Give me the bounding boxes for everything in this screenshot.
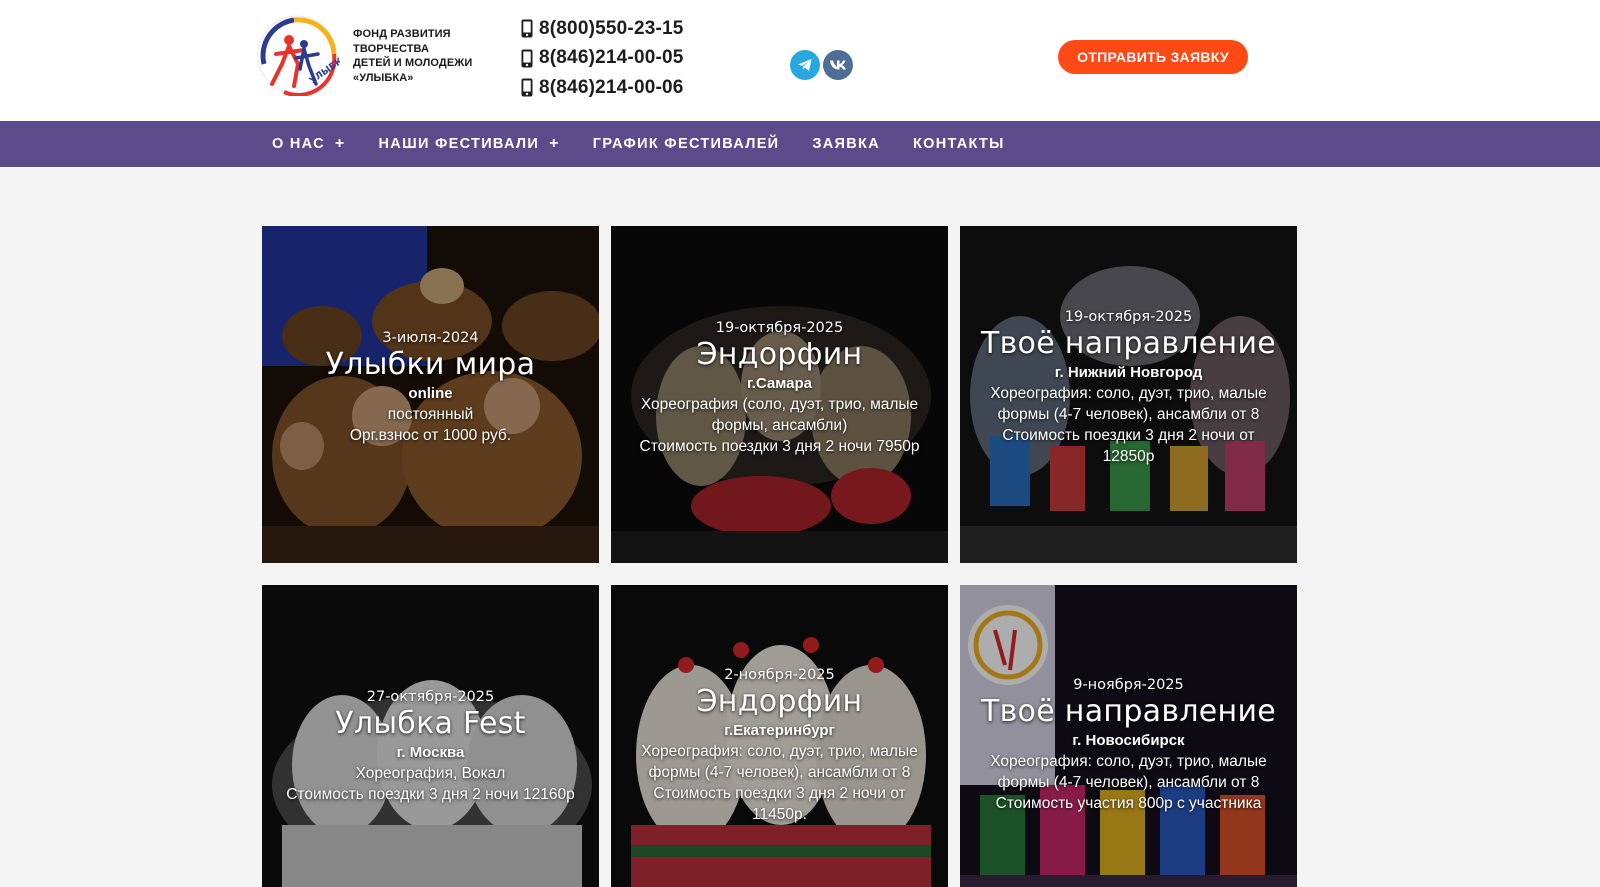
- nav-item-contacts[interactable]: КОНТАКТЫ: [913, 136, 1005, 152]
- card-title: Твоё направление: [980, 326, 1277, 361]
- plus-icon[interactable]: +: [549, 135, 560, 153]
- nav-item-label: ЗАЯВКА: [812, 136, 880, 152]
- card-desc-line: Орг.взнос от 1000 руб.: [349, 427, 512, 444]
- phone-item[interactable]: 8(800)550-23-15: [521, 14, 684, 44]
- logo-line: ДЕТЕЙ И МОЛОДЕЖИ: [353, 57, 473, 69]
- phone-icon: [521, 49, 533, 68]
- card-desc-line: Стоимость поездки 3 дня 2 ночи 12160р: [286, 786, 575, 803]
- festival-card[interactable]: 19-октября-2025 Твоё направление г. Нижн…: [960, 226, 1297, 563]
- card-date: 3-июля-2024: [382, 330, 479, 346]
- card-desc-line: Хореография, Вокал: [355, 765, 506, 782]
- card-text: 3-июля-2024 Улыбки мира online постоянны…: [262, 330, 599, 446]
- logo-text: ФОНД РАЗВИТИЯ ТВОРЧЕСТВА ДЕТЕЙ И МОЛОДЕЖ…: [353, 27, 483, 85]
- card-desc-line: Хореография: соло, дуэт, трио, малые: [641, 743, 918, 760]
- phone-icon: [521, 19, 533, 38]
- card-text: 2-ноября-2025 Эндорфин г.Екатеринбург Хо…: [611, 667, 948, 825]
- card-date: 2-ноября-2025: [724, 667, 835, 683]
- card-city: г.Самара: [746, 375, 813, 392]
- card-desc-line: постоянный: [387, 406, 474, 423]
- card-desc-line: Хореография (соло, дуэт, трио, малые: [640, 396, 919, 413]
- nav-item-application[interactable]: ЗАЯВКА: [812, 136, 880, 152]
- card-city: г. Новосибирск: [1072, 732, 1185, 749]
- card-title: Улыбка Fest: [335, 706, 526, 741]
- nav-item-about[interactable]: О НАС +: [272, 135, 346, 153]
- festival-card[interactable]: 19-октября-2025 Эндорфин г.Самара Хореог…: [611, 226, 948, 563]
- nav-item-label: ГРАФИК ФЕСТИВАЛЕЙ: [592, 136, 780, 152]
- phone-list: 8(800)550-23-15 8(846)214-00-05 8(846)21…: [521, 14, 684, 103]
- card-text: 9-ноября-2025 Твоё направление г. Новоси…: [960, 677, 1297, 814]
- card-city: г. Нижний Новгород: [1054, 364, 1203, 381]
- card-city: г. Москва: [396, 744, 465, 761]
- logo-icon[interactable]: УЛЫБКА: [254, 14, 340, 96]
- card-date: 19-октября-2025: [715, 320, 844, 336]
- logo-line: ФОНД РАЗВИТИЯ: [353, 28, 451, 40]
- phone-number: 8(846)214-00-05: [539, 47, 684, 69]
- card-desc-line: 11450р.: [752, 806, 807, 823]
- card-desc-line: Стоимость поездки 3 дня 2 ночи 7950р: [639, 438, 920, 455]
- nav-item-label: КОНТАКТЫ: [912, 136, 1005, 152]
- card-title: Улыбки мира: [325, 347, 536, 382]
- festival-card[interactable]: 27-октября-2025 Улыбка Fest г. Москва Хо…: [262, 585, 599, 887]
- card-title: Твоё направление: [980, 694, 1277, 729]
- card-desc-line: Стоимость участия 800р с участника: [995, 795, 1262, 812]
- festival-card[interactable]: 3-июля-2024 Улыбки мира online постоянны…: [262, 226, 599, 563]
- card-desc-line: формы (4-7 человек), ансамбли от 8: [997, 406, 1260, 423]
- plus-icon[interactable]: +: [335, 135, 346, 153]
- card-text: 19-октября-2025 Твоё направление г. Нижн…: [960, 309, 1297, 467]
- card-desc-line: формы (4-7 человек), ансамбли от 8: [997, 774, 1260, 791]
- card-desc-line: 12850р: [1102, 448, 1155, 465]
- vk-icon[interactable]: [823, 50, 853, 80]
- card-text: 27-октября-2025 Улыбка Fest г. Москва Хо…: [262, 689, 599, 805]
- card-desc-line: формы (4-7 человек), ансамбли от 8: [648, 764, 911, 781]
- card-desc-line: Стоимость поездки 3 дня 2 ночи от: [653, 785, 906, 802]
- phone-item[interactable]: 8(846)214-00-05: [521, 44, 684, 74]
- send-application-button[interactable]: ОТПРАВИТЬ ЗАЯВКУ: [1058, 40, 1248, 74]
- social-links: [790, 50, 853, 80]
- nav-item-festivals[interactable]: НАШИ ФЕСТИВАЛИ +: [379, 135, 560, 153]
- phone-icon: [521, 78, 533, 97]
- card-text: 19-октября-2025 Эндорфин г.Самара Хореог…: [611, 320, 948, 457]
- nav-item-schedule[interactable]: ГРАФИК ФЕСТИВАЛЕЙ: [593, 136, 780, 152]
- card-desc-line: Хореография: соло, дуэт, трио, малые: [990, 385, 1267, 402]
- card-date: 9-ноября-2025: [1073, 677, 1184, 693]
- site-header: УЛЫБКА ФОНД РАЗВИТИЯ ТВОРЧЕСТВА ДЕТЕЙ И …: [0, 0, 1600, 121]
- phone-number: 8(846)214-00-06: [539, 76, 684, 98]
- main-nav: О НАС + НАШИ ФЕСТИВАЛИ + ГРАФИК ФЕСТИВАЛЕЙ…: [0, 121, 1600, 167]
- nav-item-label: О НАС: [272, 136, 325, 152]
- card-date: 19-октября-2025: [1064, 309, 1193, 325]
- phone-item[interactable]: 8(846)214-00-06: [521, 73, 684, 103]
- card-desc-line: формы, ансамбли): [711, 417, 848, 434]
- nav-item-label: НАШИ ФЕСТИВАЛИ: [378, 136, 540, 152]
- festival-card[interactable]: 2-ноября-2025 Эндорфин г.Екатеринбург Хо…: [611, 585, 948, 887]
- card-city: online: [408, 385, 453, 402]
- card-city: г.Екатеринбург: [724, 722, 835, 739]
- card-title: Эндорфин: [696, 337, 863, 372]
- logo-line: ТВОРЧЕСТВА: [353, 42, 430, 55]
- festival-card[interactable]: 9-ноября-2025 Твоё направление г. Новоси…: [960, 585, 1297, 887]
- telegram-icon[interactable]: [790, 50, 820, 80]
- card-desc-line: Хореография: соло, дуэт, трио, малые: [990, 753, 1267, 770]
- card-date: 27-октября-2025: [366, 689, 495, 705]
- card-title: Эндорфин: [696, 684, 863, 719]
- logo-line: «УЛЫБКА»: [353, 71, 414, 84]
- card-desc-line: Стоимость поездки 3 дня 2 ночи от: [1002, 427, 1255, 444]
- phone-number: 8(800)550-23-15: [539, 17, 684, 39]
